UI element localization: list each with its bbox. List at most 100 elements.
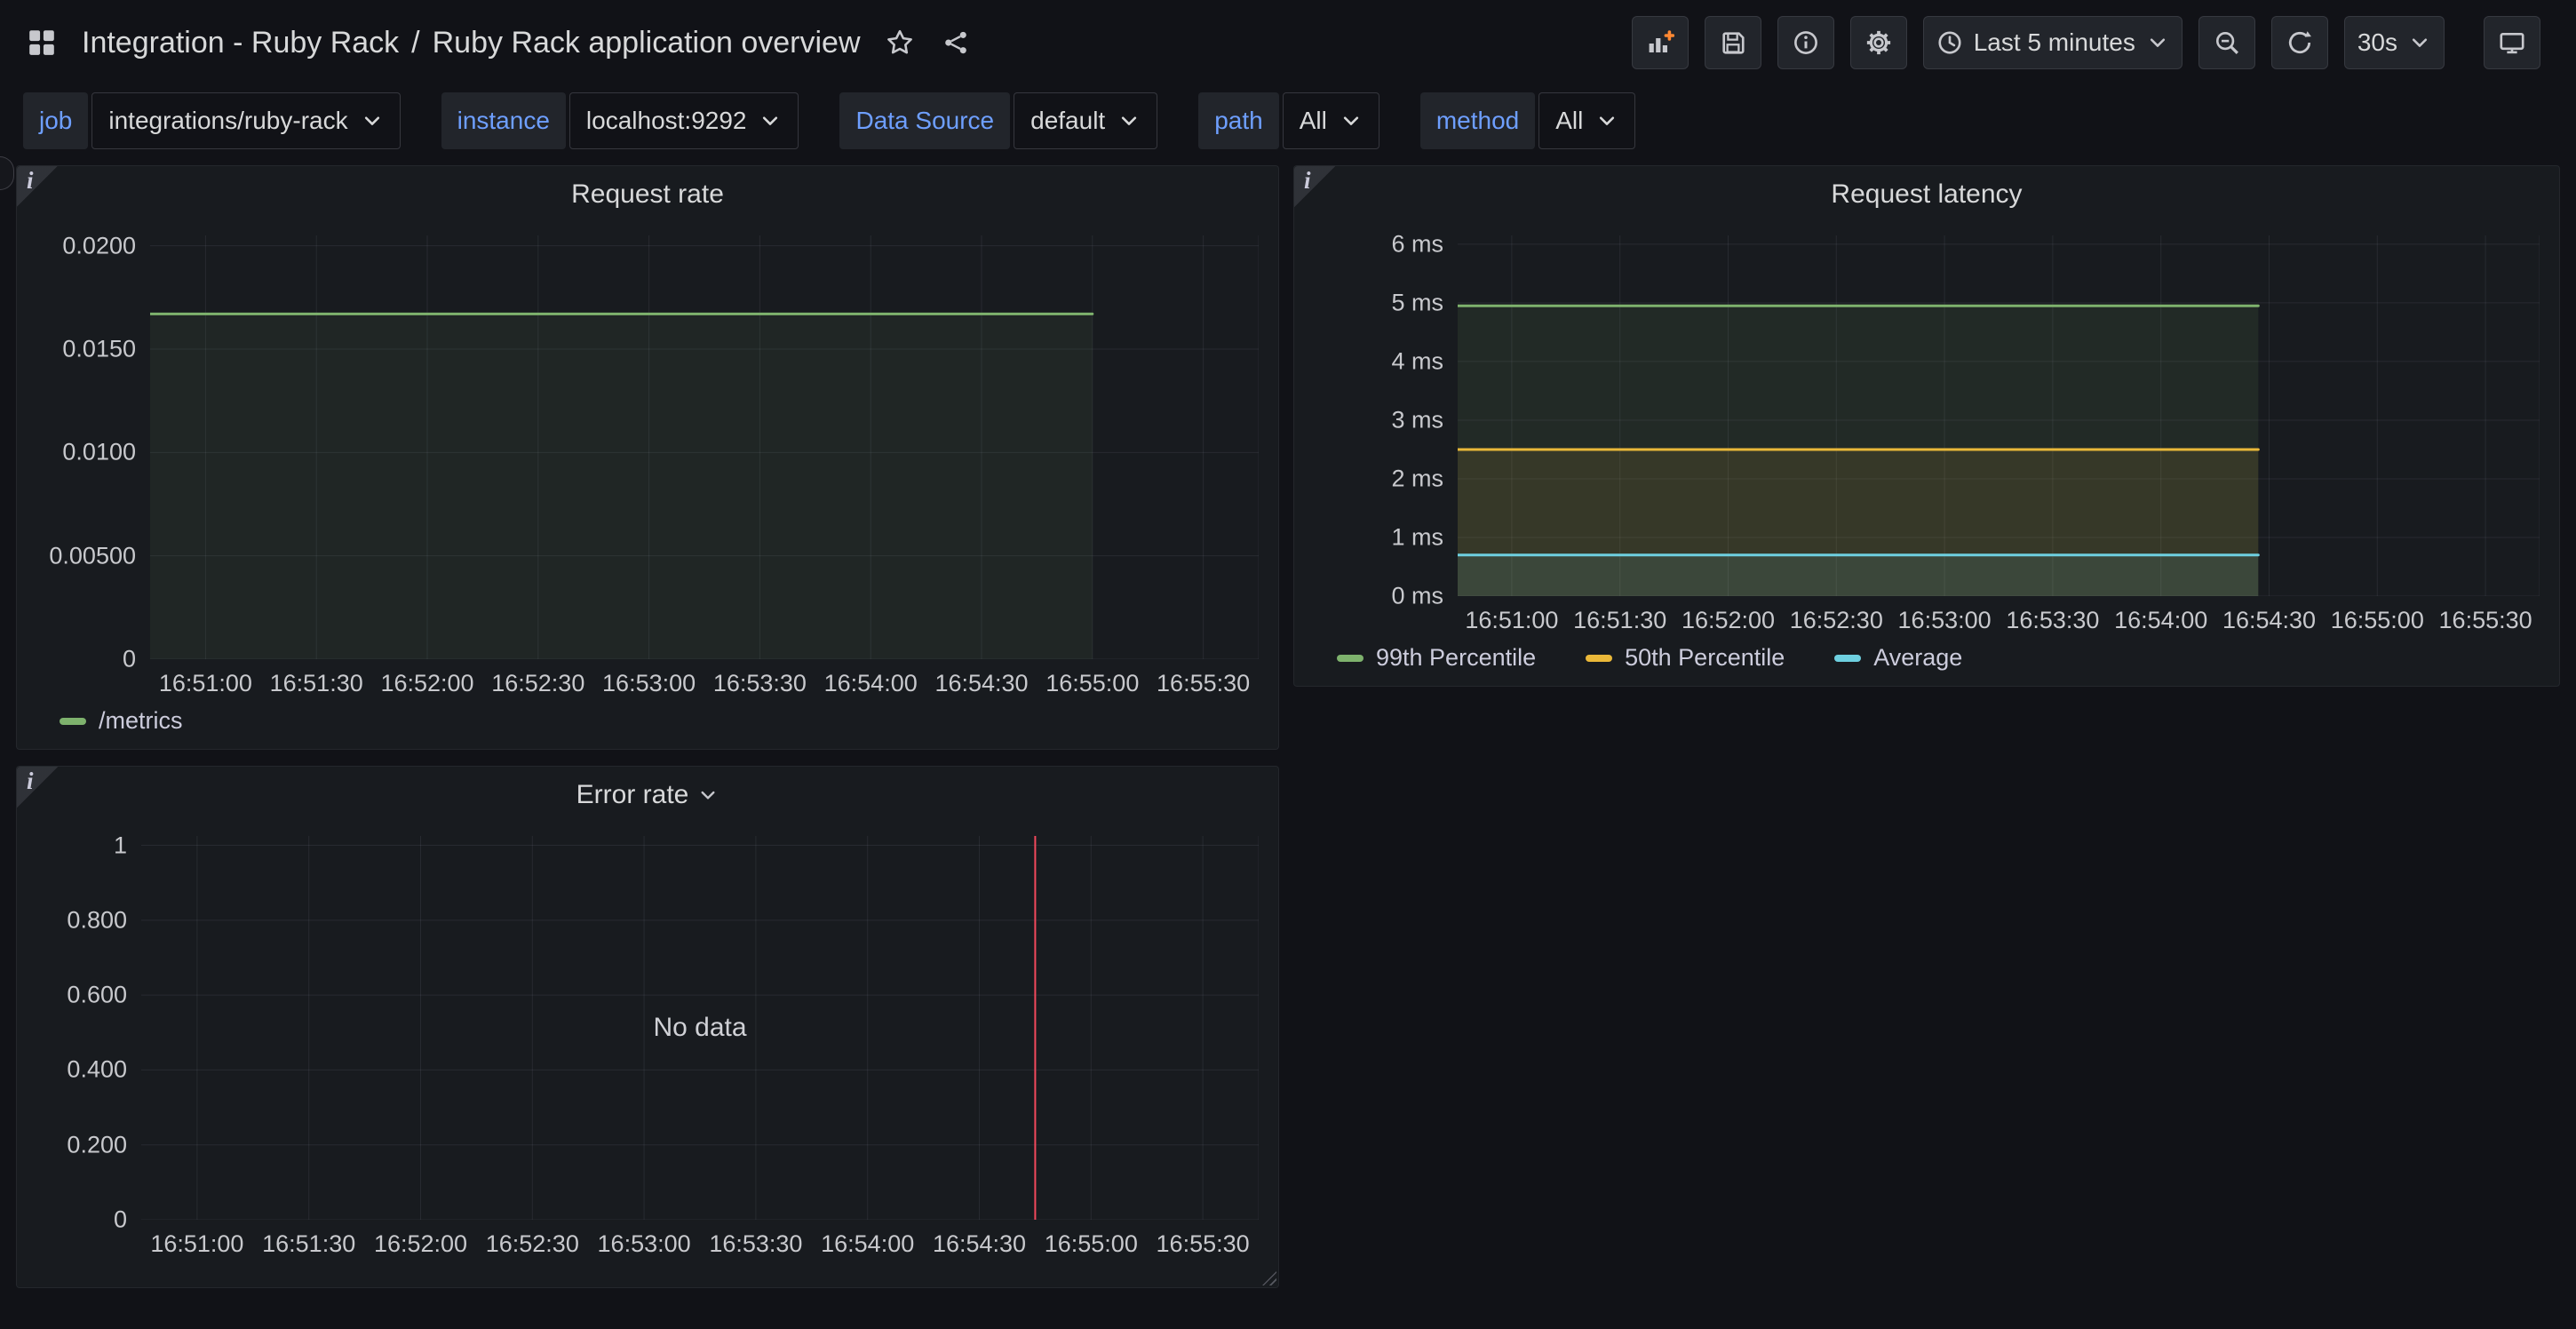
chart-area: 00.005000.01000.01500.0200 16:51:0016:51…	[17, 223, 1278, 702]
legend-swatch	[1586, 655, 1612, 662]
chevron-down-icon	[759, 109, 782, 132]
series-fill	[150, 314, 1093, 659]
x-tick-label: 16:55:30	[1157, 1230, 1250, 1258]
tv-mode-button[interactable]	[2484, 16, 2540, 69]
dashboard-settings-button[interactable]	[1850, 16, 1907, 69]
panel-title[interactable]: Request latency	[1831, 179, 2022, 210]
variable-label-path: path	[1198, 92, 1279, 149]
panel-header[interactable]: Error rate	[17, 767, 1278, 824]
panel-info-icon: i	[1304, 167, 1311, 195]
variables-row: jobintegrations/ruby-rack instancelocalho…	[23, 92, 1635, 149]
share-icon	[942, 29, 969, 56]
share-dashboard-button[interactable]	[939, 26, 973, 60]
x-tick-label: 16:54:00	[824, 670, 918, 697]
y-axis: 00.005000.01000.01500.0200	[17, 235, 150, 659]
y-tick-label: 0	[114, 1206, 127, 1234]
time-range-picker[interactable]: Last 5 minutes	[1923, 16, 2182, 69]
refresh-dashboard-button[interactable]	[2271, 16, 2328, 69]
chevron-down-icon	[1595, 109, 1618, 132]
x-tick-label: 16:54:30	[2222, 607, 2316, 634]
panel-description-corner[interactable]: i	[17, 166, 58, 207]
chevron-down-icon	[2146, 31, 2169, 54]
variable-label-instance: instance	[441, 92, 566, 149]
legend-label: Average	[1873, 644, 1962, 672]
plot-area[interactable]	[150, 235, 1259, 659]
panel-description-corner[interactable]: i	[17, 767, 58, 808]
chevron-down-icon	[1117, 109, 1141, 132]
y-tick-label: 0.400	[67, 1056, 127, 1084]
x-tick-label: 16:54:00	[821, 1230, 914, 1258]
variable-picker-instance[interactable]: localhost:9292	[569, 92, 799, 149]
plot-area[interactable]: No data	[141, 836, 1259, 1220]
variable-picker-path[interactable]: All	[1283, 92, 1379, 149]
breadcrumb-separator: /	[411, 26, 419, 60]
page-title: Ruby Rack application overview	[433, 26, 861, 60]
x-tick-label: 16:51:30	[270, 670, 363, 697]
refresh-icon	[2286, 29, 2313, 56]
panel-menu-chevron-icon[interactable]	[697, 784, 719, 806]
x-tick-label: 16:52:30	[491, 670, 584, 697]
legend-label: /metrics	[99, 707, 183, 735]
y-tick-label: 0.0100	[62, 439, 136, 466]
y-tick-label: 0.0150	[62, 335, 136, 362]
panel-description-corner[interactable]: i	[1294, 166, 1335, 207]
chart-area: 00.2000.4000.6000.8001 No data 16:51:001…	[17, 824, 1278, 1287]
x-tick-label: 16:52:00	[380, 670, 473, 697]
x-tick-label: 16:53:00	[602, 670, 696, 697]
panel-title[interactable]: Request rate	[571, 179, 724, 210]
add-panel-icon	[1646, 28, 1674, 57]
plot-area[interactable]	[1458, 235, 2540, 596]
variable-label-job: job	[23, 92, 88, 149]
y-tick-label: 4 ms	[1391, 347, 1443, 375]
variable-job: jobintegrations/ruby-rack	[23, 92, 401, 149]
legend-item[interactable]: 50th Percentile	[1586, 644, 1785, 672]
panel-title-text: Request rate	[571, 179, 724, 210]
panel-error-rate: i Error rate 00.2000.4000.6000.8001 No d…	[16, 766, 1279, 1288]
star-icon	[886, 28, 914, 57]
dashboard-info-button[interactable]	[1777, 16, 1834, 69]
variable-picker-method[interactable]: All	[1538, 92, 1635, 149]
x-tick-label: 16:52:30	[486, 1230, 579, 1258]
panel-title-text: Request latency	[1831, 179, 2022, 210]
save-icon	[1720, 29, 1746, 56]
x-tick-label: 16:53:00	[598, 1230, 691, 1258]
legend-item[interactable]: /metrics	[60, 707, 183, 735]
y-tick-label: 0.00500	[49, 542, 136, 569]
y-tick-label: 3 ms	[1391, 406, 1443, 434]
y-tick-label: 0.200	[67, 1131, 127, 1158]
variable-picker-data-source[interactable]: default	[1014, 92, 1157, 149]
x-tick-label: 16:51:00	[150, 1230, 243, 1258]
x-tick-label: 16:51:30	[1573, 607, 1666, 634]
breadcrumb: Integration - Ruby Rack / Ruby Rack appl…	[82, 26, 861, 60]
x-tick-label: 16:51:30	[262, 1230, 355, 1258]
sidebar-toggle-handle[interactable]	[0, 156, 14, 190]
top-navigation-bar: Integration - Ruby Rack / Ruby Rack appl…	[0, 0, 2576, 85]
legend-item[interactable]: Average	[1834, 644, 1962, 672]
add-panel-button[interactable]	[1632, 16, 1689, 69]
panel-header[interactable]: Request rate	[17, 166, 1278, 223]
breadcrumb-folder-link[interactable]: Integration - Ruby Rack	[82, 26, 399, 60]
panel-header[interactable]: Request latency	[1294, 166, 2559, 223]
save-dashboard-button[interactable]	[1705, 16, 1761, 69]
x-tick-label: 16:54:30	[933, 1230, 1026, 1258]
legend-item[interactable]: 99th Percentile	[1337, 644, 1536, 672]
variable-picker-job[interactable]: integrations/ruby-rack	[91, 92, 400, 149]
y-tick-label: 0.600	[67, 982, 127, 1009]
star-dashboard-button[interactable]	[882, 25, 918, 60]
apps-menu-button[interactable]	[23, 24, 60, 61]
x-tick-label: 16:53:30	[713, 670, 807, 697]
zoom-out-time-button[interactable]	[2198, 16, 2255, 69]
chart-svg	[150, 235, 1259, 659]
variable-instance: instancelocalhost:9292	[441, 92, 799, 149]
x-axis: 16:51:0016:51:3016:52:0016:52:3016:53:00…	[150, 659, 1259, 702]
y-tick-label: 2 ms	[1391, 465, 1443, 492]
x-tick-label: 16:55:00	[1046, 670, 1139, 697]
x-tick-label: 16:55:00	[2331, 607, 2424, 634]
refresh-interval-picker[interactable]: 30s	[2344, 16, 2445, 69]
chevron-down-icon	[2408, 31, 2431, 54]
panel-request-rate: i Request rate 00.005000.01000.01500.020…	[16, 165, 1279, 750]
panel-title[interactable]: Error rate	[576, 780, 720, 810]
no-data-message: No data	[141, 836, 1259, 1220]
x-tick-label: 16:54:30	[934, 670, 1028, 697]
x-tick-label: 16:52:30	[1790, 607, 1883, 634]
